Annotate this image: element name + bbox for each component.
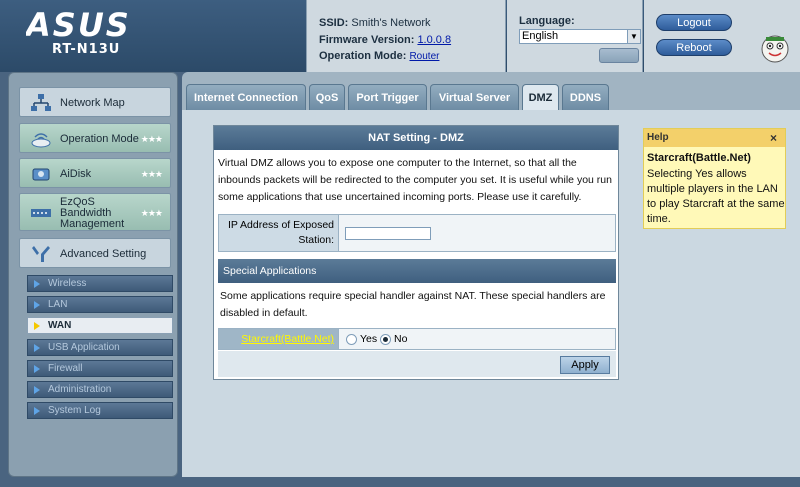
special-applications-description: Some applications require special handle…	[220, 290, 606, 319]
arrow-right-icon	[34, 386, 40, 394]
radio-no[interactable]	[380, 334, 391, 345]
operation-mode-label: Operation Mode:	[319, 50, 407, 62]
arrow-right-icon	[34, 365, 40, 373]
mascot-face-icon	[761, 35, 789, 63]
help-heading: Starcraft(Battle.Net)	[647, 152, 751, 164]
arrow-right-icon	[34, 301, 40, 309]
help-title: Help	[644, 129, 785, 147]
arrow-right-icon	[34, 407, 40, 415]
stars-icon: ★★★	[140, 169, 163, 179]
submenu-usb-application[interactable]: USB Application	[27, 339, 173, 356]
asus-logo: ASUS	[26, 8, 131, 42]
dropdown-arrow-icon[interactable]: ▼	[627, 30, 640, 43]
help-title-text: Help	[647, 132, 669, 143]
menu-label-advanced-setting: Advanced Setting	[60, 248, 147, 260]
submenu-wireless[interactable]: Wireless	[27, 275, 173, 292]
radio-yes-label: Yes	[360, 333, 378, 345]
ip-address-row: IP Address of Exposed Station:	[218, 214, 616, 252]
starcraft-row: Starcraft(Battle.Net) Yes No	[218, 328, 616, 350]
stars-icon: ★★★	[140, 134, 163, 144]
tab-dmz[interactable]: DMZ	[522, 84, 559, 110]
apply-row: Apply	[218, 351, 616, 377]
submenu-system-log[interactable]: System Log	[27, 402, 173, 419]
language-label: Language:	[519, 15, 575, 27]
submenu-lan[interactable]: LAN	[27, 296, 173, 313]
sidebar: Network Map Operation Mode ★★★ AiDisk ★★…	[8, 72, 178, 477]
tab-bar: Internet Connection QoS Port Trigger Vir…	[182, 84, 800, 110]
radio-yes[interactable]	[346, 334, 357, 345]
menu-label-network-map: Network Map	[60, 97, 125, 109]
submenu-label: Administration	[48, 384, 112, 395]
router-admin-page: ASUS RT-N13U SSID: Smith's Network Firmw…	[0, 0, 800, 487]
language-select[interactable]: English ▼	[519, 29, 641, 44]
ip-address-input[interactable]	[345, 227, 431, 240]
reboot-button[interactable]: Reboot	[656, 39, 732, 56]
menu-aidisk[interactable]: AiDisk ★★★	[19, 158, 171, 188]
starcraft-label[interactable]: Starcraft(Battle.Net)	[219, 329, 339, 349]
submenu-wan[interactable]: WAN	[27, 317, 173, 334]
router-model: RT-N13U	[52, 42, 121, 57]
tab-qos[interactable]: QoS	[309, 84, 345, 110]
menu-label-ezqos-line3: Management	[60, 218, 125, 230]
help-body: Selecting Yes allows multiple players in…	[647, 168, 785, 225]
menu-advanced-setting[interactable]: Advanced Setting	[19, 238, 171, 268]
menu-label-operation-mode: Operation Mode	[60, 133, 139, 145]
ssid-label: SSID:	[319, 17, 349, 29]
firmware-version-link[interactable]: 1.0.0.8	[417, 34, 451, 46]
tab-virtual-server[interactable]: Virtual Server	[430, 84, 519, 110]
ssid-value: Smith's Network	[351, 17, 431, 29]
dmz-panel: NAT Setting - DMZ Virtual DMZ allows you…	[213, 125, 619, 380]
firmware-label: Firmware Version:	[319, 34, 415, 46]
top-header: ASUS RT-N13U SSID: Smith's Network Firmw…	[0, 0, 800, 72]
tab-port-trigger[interactable]: Port Trigger	[348, 84, 427, 110]
ssid-row: SSID: Smith's Network	[319, 17, 431, 29]
apply-button[interactable]: Apply	[560, 356, 610, 374]
submenu-label: LAN	[48, 299, 68, 310]
language-selected-value: English	[522, 30, 559, 42]
radio-no-label: No	[394, 333, 408, 345]
arrow-right-icon	[34, 322, 40, 330]
submenu-label: System Log	[48, 405, 101, 416]
submenu-label: Firewall	[48, 363, 83, 374]
menu-network-map[interactable]: Network Map	[19, 87, 171, 117]
close-icon[interactable]: ×	[770, 129, 777, 147]
language-box: Language: English ▼	[507, 0, 643, 72]
panel-title: NAT Setting - DMZ	[214, 126, 618, 150]
menu-operation-mode[interactable]: Operation Mode ★★★	[19, 123, 171, 153]
router-icon	[31, 133, 51, 148]
arrow-right-icon	[34, 280, 40, 288]
ip-address-label: IP Address of Exposed Station:	[219, 215, 339, 251]
special-applications-header: Special Applications	[218, 259, 616, 283]
qos-icon	[31, 209, 51, 217]
submenu-administration[interactable]: Administration	[27, 381, 173, 398]
firmware-row: Firmware Version: 1.0.0.8	[319, 34, 451, 46]
status-info-box: SSID: Smith's Network Firmware Version: …	[306, 0, 506, 72]
submenu-label: Wireless	[48, 278, 87, 289]
operation-mode-row: Operation Mode: Router	[319, 50, 439, 62]
language-apply-button[interactable]	[599, 48, 639, 63]
asus-logo-text: ASUS	[26, 8, 131, 42]
submenu-label: WAN	[48, 320, 72, 331]
menu-label-aidisk: AiDisk	[60, 168, 92, 180]
operation-mode-link[interactable]: Router	[409, 51, 439, 62]
disk-icon	[32, 168, 50, 181]
submenu-label: USB Application	[48, 342, 120, 353]
stars-icon: ★★★	[140, 208, 163, 218]
wrench-icon	[32, 246, 50, 262]
arrow-right-icon	[34, 344, 40, 352]
panel-description: Virtual DMZ allows you to expose one com…	[218, 157, 612, 203]
network-map-icon	[31, 94, 51, 111]
tab-ddns[interactable]: DDNS	[562, 84, 609, 110]
help-box: Help × Starcraft(Battle.Net) Selecting Y…	[643, 128, 786, 229]
logout-button[interactable]: Logout	[656, 14, 732, 31]
tab-internet-connection[interactable]: Internet Connection	[186, 84, 306, 110]
account-box: Logout Reboot	[644, 0, 800, 72]
submenu-firewall[interactable]: Firewall	[27, 360, 173, 377]
menu-ezqos[interactable]: EzQoS Bandwidth Management ★★★	[19, 193, 171, 231]
